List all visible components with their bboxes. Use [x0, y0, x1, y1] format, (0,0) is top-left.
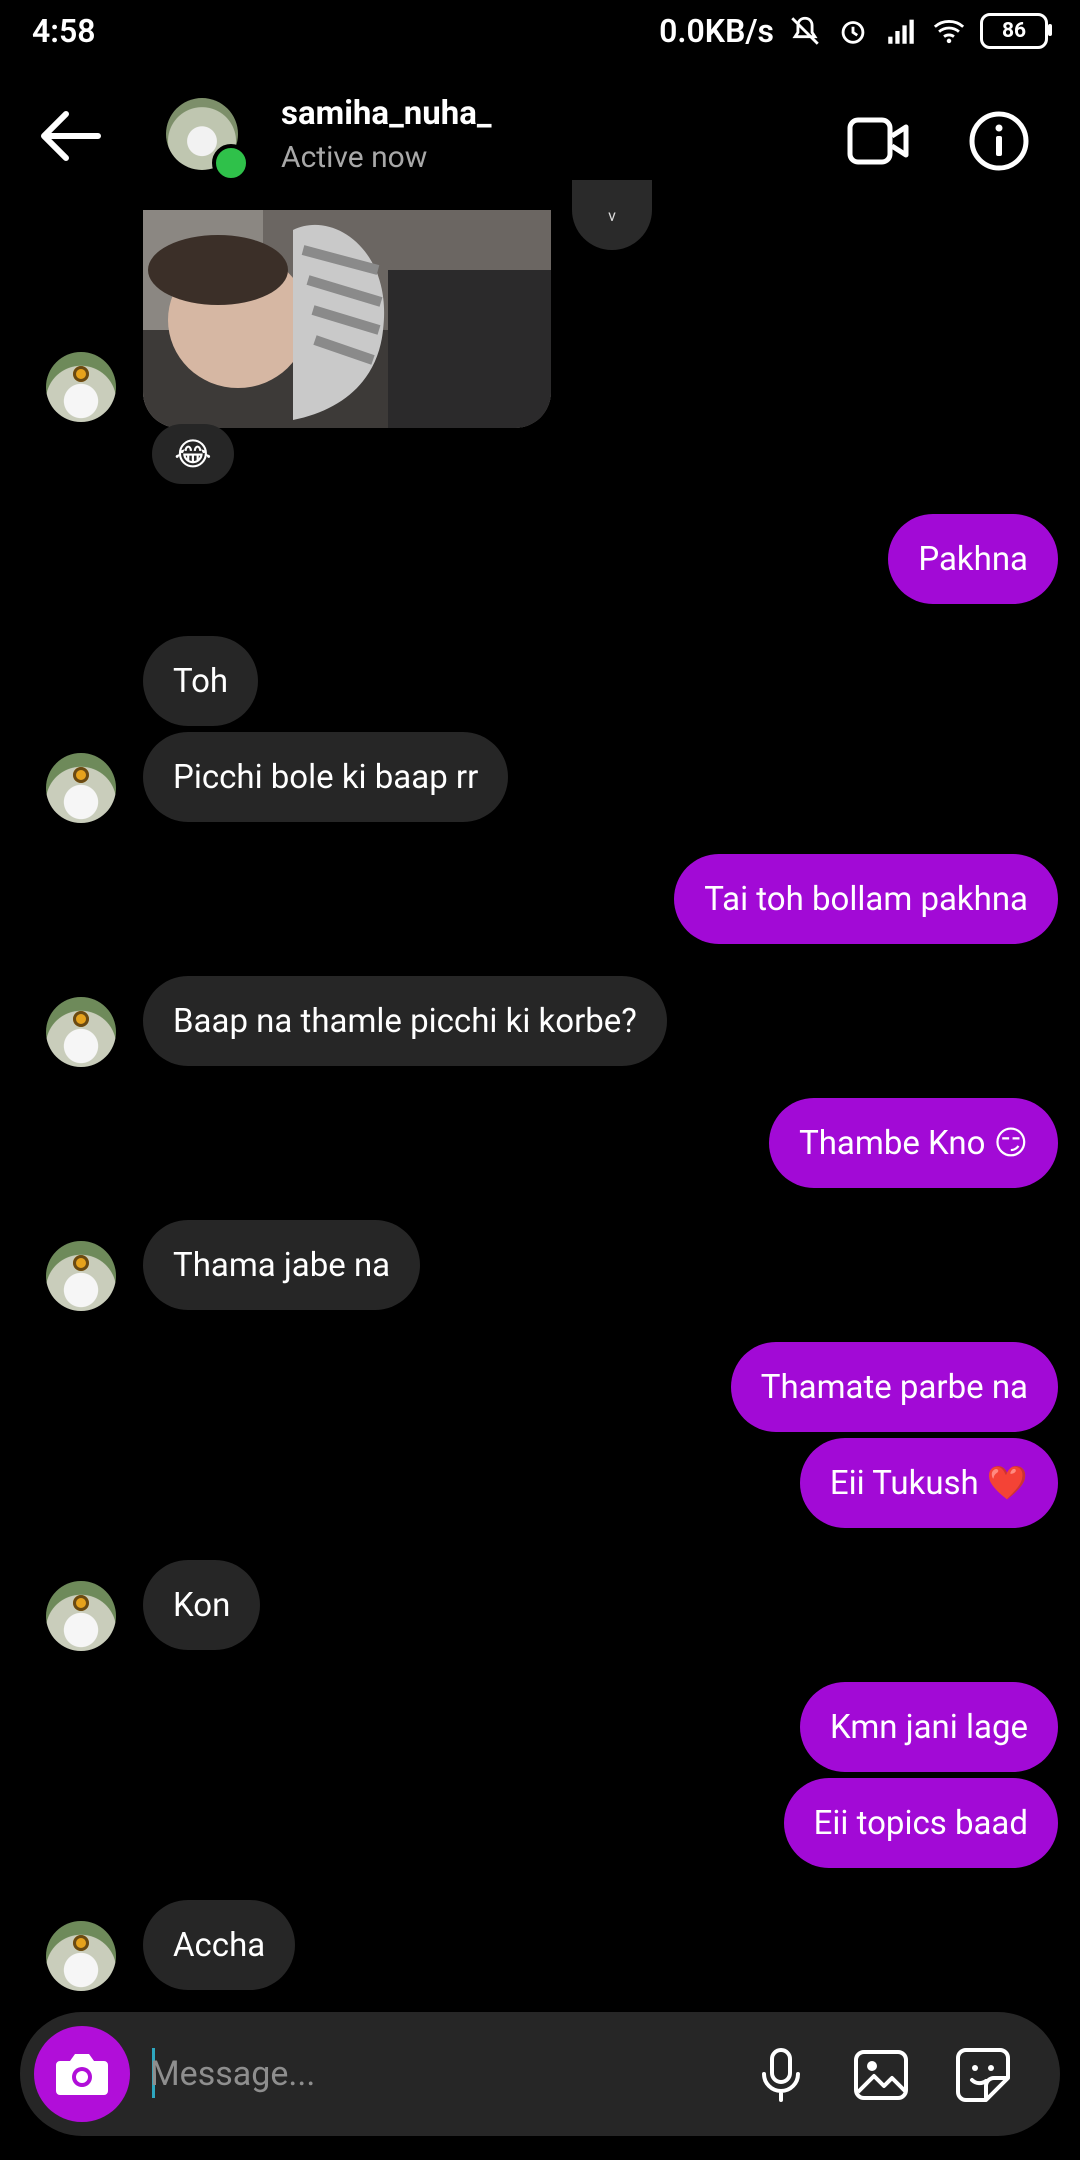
wifi-icon: [933, 20, 965, 44]
online-indicator: [212, 144, 250, 182]
avatar[interactable]: [46, 1581, 116, 1651]
avatar[interactable]: [46, 352, 116, 422]
video-camera-icon[interactable]: [846, 114, 910, 168]
reaction-badge[interactable]: 😂: [152, 424, 234, 484]
chevron-down-icon: v: [608, 205, 616, 225]
camera-icon: [56, 2054, 108, 2095]
message-text: Thamate parbe na: [760, 1367, 1028, 1407]
message-text: Tai toh bollam pakhna: [704, 879, 1028, 919]
message-text: Thambe Kno 😏: [799, 1124, 1028, 1163]
network-speed: 0.0KB/s: [659, 12, 774, 50]
reaction-emoji: 😂: [174, 435, 212, 473]
message-text: Picchi bole ki baap rr: [173, 757, 479, 797]
more-chip[interactable]: v: [572, 180, 652, 250]
message-incoming[interactable]: Baap na thamle picchi ki korbe?: [143, 976, 667, 1066]
battery-indicator: 86: [980, 13, 1052, 49]
presence-status: Active now: [281, 140, 428, 175]
avatar[interactable]: [46, 1241, 116, 1311]
message-outgoing[interactable]: Thamate parbe na: [730, 1342, 1058, 1432]
message-text: Baap na thamle picchi ki korbe?: [173, 1001, 637, 1041]
message-text: Kmn jani lage: [830, 1707, 1028, 1747]
camera-button[interactable]: [34, 2026, 130, 2122]
message-incoming[interactable]: Kon: [143, 1560, 261, 1650]
message-text: Thama jabe na: [173, 1245, 391, 1285]
message-composer: [20, 2012, 1060, 2136]
clock: 4:58: [32, 12, 96, 50]
photo-content: [143, 210, 551, 428]
image-icon[interactable]: [852, 2046, 910, 2104]
message-thread: v 😂 Pakhna Toh Picchi bole ki baap rr Ta…: [0, 180, 1080, 2000]
battery-level: 86: [1001, 19, 1027, 43]
arrow-left-icon[interactable]: [38, 110, 102, 162]
avatar[interactable]: [46, 753, 116, 823]
message-text: Eii topics baad: [813, 1803, 1028, 1843]
message-text: Toh: [173, 661, 229, 701]
message-outgoing[interactable]: Eii topics baad: [783, 1778, 1058, 1868]
chat-header: samiha_nuha_ Active now: [0, 80, 1080, 190]
avatar[interactable]: [46, 997, 116, 1067]
status-icons: 0.0KB/s 86: [659, 12, 1052, 50]
contact-name[interactable]: samiha_nuha_: [281, 94, 492, 133]
message-text: Kon: [173, 1585, 231, 1625]
message-incoming[interactable]: Thama jabe na: [143, 1220, 421, 1310]
message-outgoing[interactable]: Thambe Kno 😏: [769, 1098, 1058, 1188]
message-text: Eii Tukush ❤️: [829, 1463, 1028, 1503]
message-outgoing[interactable]: Kmn jani lage: [800, 1682, 1058, 1772]
message-text: Accha: [173, 1925, 266, 1965]
shared-photo[interactable]: [143, 210, 551, 428]
alarm-icon: [841, 21, 865, 44]
info-icon[interactable]: [968, 110, 1030, 172]
message-incoming[interactable]: Toh: [143, 636, 259, 726]
signal-icon: [888, 19, 914, 44]
status-bar: 4:58 0.0KB/s 86: [0, 0, 1080, 62]
message-text: Pakhna: [918, 539, 1028, 579]
message-outgoing[interactable]: Tai toh bollam pakhna: [674, 854, 1058, 944]
sticker-icon[interactable]: [954, 2046, 1012, 2104]
message-input[interactable]: [150, 2038, 710, 2110]
message-outgoing[interactable]: Pakhna: [888, 514, 1058, 604]
microphone-icon[interactable]: [752, 2046, 810, 2104]
message-incoming[interactable]: Picchi bole ki baap rr: [143, 732, 509, 822]
message-outgoing[interactable]: Eii Tukush ❤️: [799, 1438, 1058, 1528]
bell-muted-icon: [791, 16, 819, 45]
avatar[interactable]: [46, 1921, 116, 1991]
message-incoming[interactable]: Accha: [143, 1900, 296, 1990]
